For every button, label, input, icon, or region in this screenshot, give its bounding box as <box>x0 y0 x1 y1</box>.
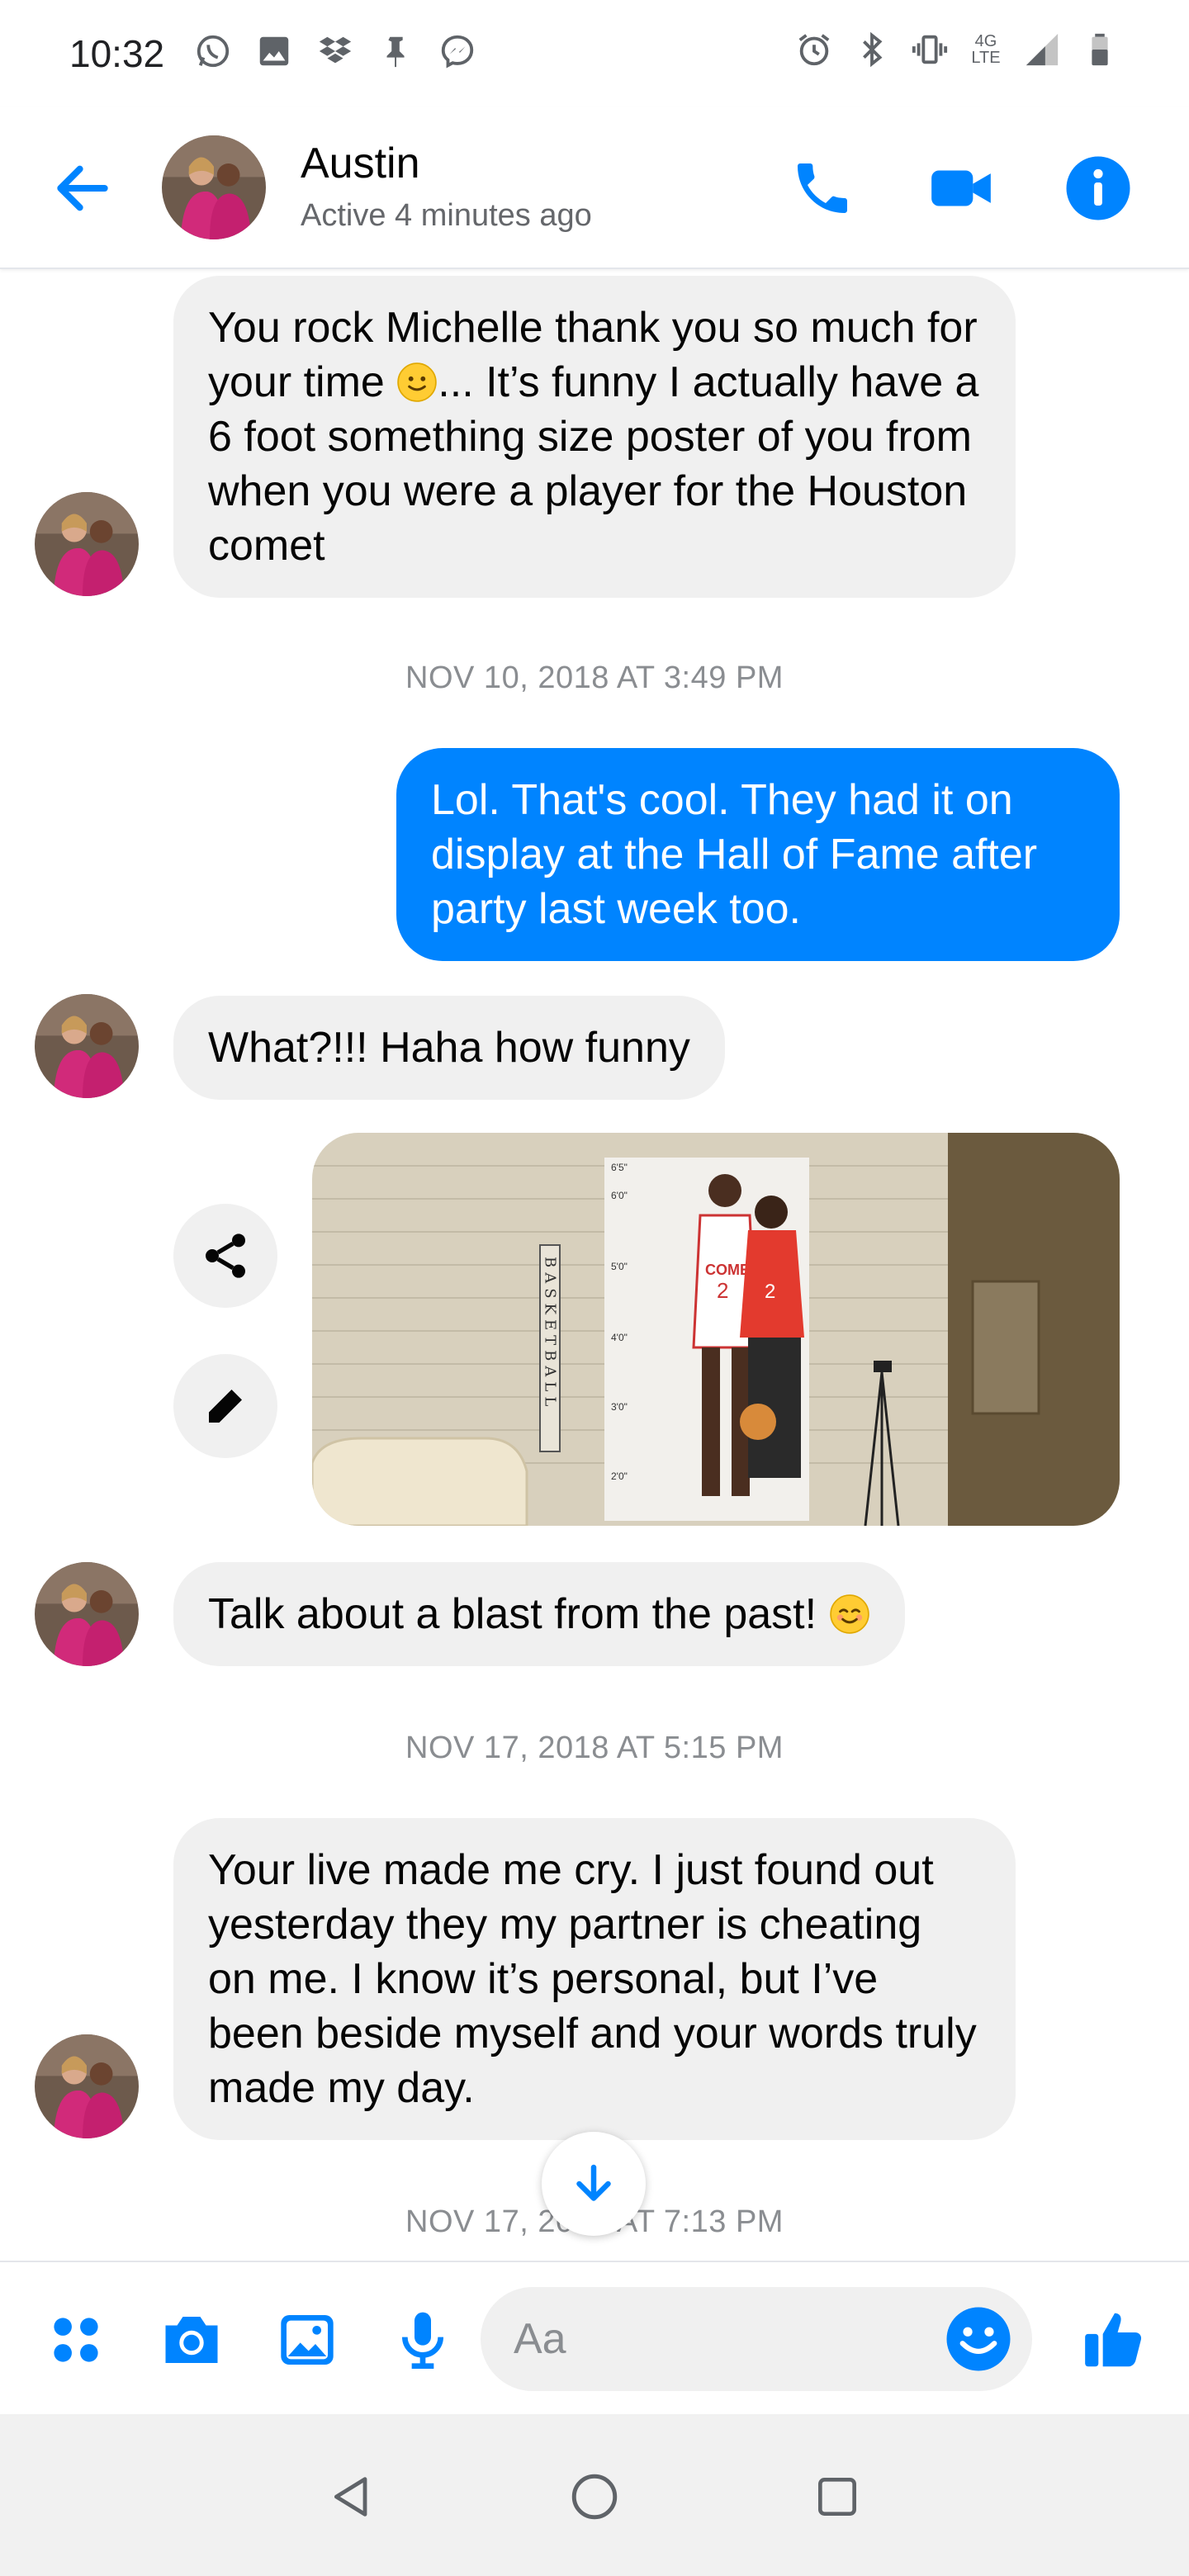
camera-button[interactable] <box>152 2300 231 2379</box>
status-bar: 10:32 4G LTE <box>0 0 1189 107</box>
nav-back-button[interactable] <box>312 2457 391 2536</box>
info-icon <box>1066 156 1130 220</box>
share-icon <box>206 1234 245 1278</box>
pin-icon <box>377 31 416 71</box>
incoming-message[interactable]: What?!!! Haha how funny <box>173 996 725 1100</box>
outgoing-message[interactable]: Lol. That's cool. They had it on display… <box>396 748 1120 961</box>
jersey-number: 2 <box>717 1278 728 1303</box>
microphone-icon <box>402 2312 443 2369</box>
network-4g-lte-icon: 4G LTE <box>968 30 1004 69</box>
timestamp: NOV 17, 2018 AT 5:15 PM <box>405 1731 784 1765</box>
nav-home-button[interactable] <box>555 2457 634 2536</box>
voice-message-button[interactable] <box>383 2300 462 2379</box>
height-mark: 3'0" <box>611 1401 628 1413</box>
system-icons: 4G LTE <box>794 30 1120 69</box>
arrow-down-icon <box>576 2164 611 2201</box>
video-camera-icon <box>931 170 991 206</box>
dropbox-icon <box>315 31 355 71</box>
arrow-left-icon <box>57 165 108 211</box>
voice-call-button[interactable] <box>783 149 862 228</box>
image-icon <box>281 2315 334 2365</box>
smiling-face-with-smiling-eyes-emoji <box>829 1593 870 1635</box>
system-navigation-bar <box>0 2414 1189 2576</box>
height-mark: 6'5" <box>611 1162 628 1173</box>
bluetooth-icon <box>852 30 892 69</box>
phone-icon <box>798 163 847 213</box>
edit-photo-button[interactable] <box>173 1354 277 1458</box>
nav-recents-button[interactable] <box>798 2457 877 2536</box>
incoming-message[interactable]: Your live made me cry. I just found out … <box>173 1818 1016 2140</box>
triangle-back-icon <box>334 2477 367 2517</box>
circle-home-icon <box>571 2474 618 2520</box>
conversation-info-button[interactable] <box>1059 149 1138 228</box>
message-text: Lol. That's cool. They had it on display… <box>431 776 1038 933</box>
timestamp: NOV 10, 2018 AT 3:49 PM <box>405 661 784 695</box>
pencil-icon <box>209 1390 242 1423</box>
network-label-top: 4G <box>974 32 997 50</box>
battery-icon <box>1080 30 1120 69</box>
status-time: 10:32 <box>69 32 165 75</box>
conversation-header: Austin Active 4 minutes ago <box>0 107 1189 269</box>
incoming-message[interactable]: You rock Michelle thank you so much for … <box>173 276 1016 598</box>
four-dots-icon <box>54 2318 98 2362</box>
camera-icon <box>165 2317 218 2363</box>
more-actions-button[interactable] <box>36 2300 116 2379</box>
sender-avatar[interactable] <box>35 2034 139 2138</box>
sender-avatar[interactable] <box>35 492 139 596</box>
scroll-to-bottom-button[interactable] <box>542 2132 646 2236</box>
message-text: What?!!! Haha how funny <box>208 1024 690 1072</box>
message-text: Your live made me cry. I just found out … <box>208 1846 977 2112</box>
message-text: Talk about a blast from the past! <box>208 1590 829 1638</box>
gallery-button[interactable] <box>268 2300 347 2379</box>
active-status: Active 4 minutes ago <box>301 198 592 233</box>
jersey-number: 2 <box>765 1281 775 1303</box>
video-call-button[interactable] <box>921 149 1001 228</box>
messenger-icon <box>438 31 477 71</box>
poster-text: BASKETBALL <box>542 1257 559 1411</box>
alarm-icon <box>794 30 834 69</box>
signal-icon <box>1022 30 1062 69</box>
whatsapp-icon <box>193 31 233 71</box>
sender-avatar[interactable] <box>35 994 139 1098</box>
vibrate-icon <box>910 30 950 69</box>
contact-name: Austin <box>301 140 420 187</box>
square-recents-icon <box>818 2478 856 2516</box>
message-input-container <box>481 2287 1032 2391</box>
notification-icons <box>193 31 477 71</box>
emoji-button[interactable] <box>940 2300 1017 2378</box>
smiley-icon <box>946 2307 1011 2371</box>
slightly-smiling-face-emoji <box>396 362 438 403</box>
back-button[interactable] <box>43 149 122 228</box>
image-icon <box>254 31 294 71</box>
message-composer <box>0 2261 1189 2414</box>
shared-photo[interactable]: BASKETBALL 6'5" 6'0" 5'0" 4'0" 3'0" 2'0" CO… <box>312 1133 1120 1526</box>
height-mark: 6'0" <box>611 1190 628 1201</box>
height-mark: 5'0" <box>611 1261 628 1272</box>
thumbs-up-icon <box>1085 2313 1142 2367</box>
incoming-message[interactable]: Talk about a blast from the past! <box>173 1562 905 1666</box>
sender-avatar[interactable] <box>35 1562 139 1666</box>
message-input[interactable] <box>514 2287 910 2391</box>
height-mark: 2'0" <box>611 1470 628 1482</box>
height-mark: 4'0" <box>611 1332 628 1343</box>
network-label-bottom: LTE <box>971 49 1001 67</box>
contact-avatar[interactable] <box>162 135 266 239</box>
like-button[interactable] <box>1075 2300 1154 2379</box>
share-button[interactable] <box>173 1204 277 1308</box>
